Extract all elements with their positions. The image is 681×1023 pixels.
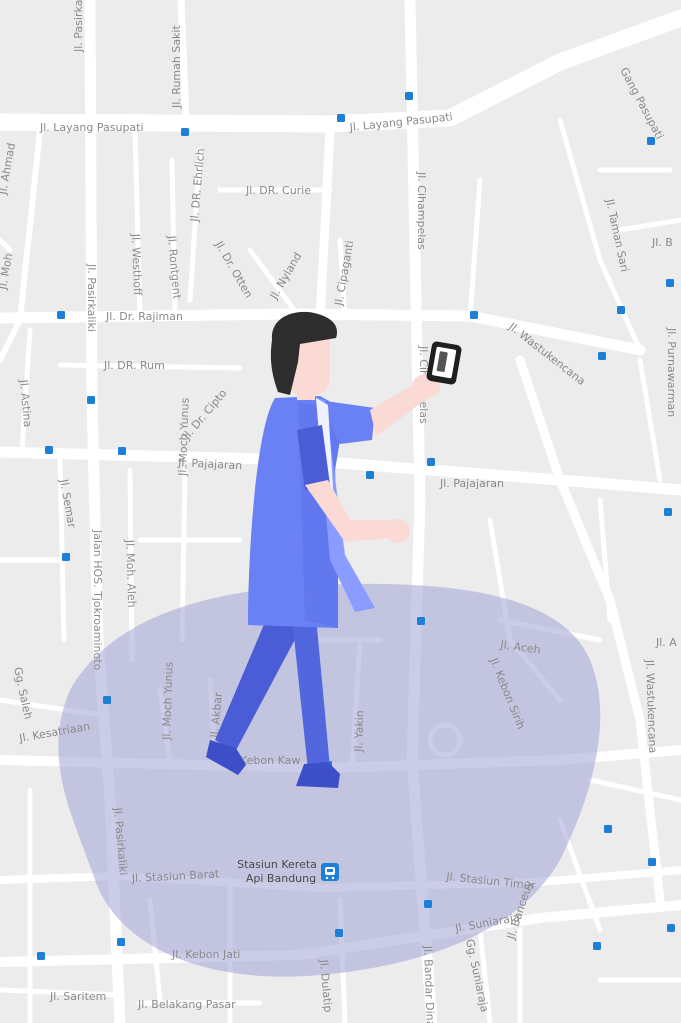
street-label: Jl. Cipaganti — [332, 239, 356, 307]
train-icon — [321, 863, 339, 881]
street-label: Gg. Saleh — [11, 666, 35, 721]
street-label: Jl. Layang Pasupati — [39, 121, 144, 134]
street-label: Jl. Dr. Otten — [212, 238, 255, 300]
street-label: Jl. Cihampelas — [415, 171, 428, 250]
street-label: Jl. Rontgent — [165, 234, 184, 300]
street-label: Jl. DR. Curie — [245, 184, 311, 197]
street-label: Jl. Purnawarman — [665, 327, 678, 417]
map-illustration: Jl. Layang Pasupati Jl. Layang Pasupati … — [0, 0, 681, 1023]
street-label: Jl. Pajajaran — [439, 477, 504, 490]
station-name-line2: Api Bandung — [246, 872, 316, 885]
street-label: Jl. DR. Ehrlich — [188, 148, 207, 223]
street-label: Jl. Taman Sari — [603, 197, 631, 273]
street-label: Jl. A — [655, 636, 677, 649]
street-label: Jl. Bandar Dinata — [421, 945, 437, 1023]
street-label: Jl. Kebon Jati — [171, 948, 240, 961]
street-label: Jl. Rumah Sakit — [170, 25, 183, 109]
street-label: Jl. Astina — [17, 378, 34, 428]
phone-icon — [426, 341, 462, 385]
street-label: Gang Pasupati — [617, 65, 666, 141]
street-label: Jl. Belakang Pasar — [137, 998, 236, 1011]
street-label: Jalan HOS. Tjokroaminoto — [91, 529, 104, 671]
street-label: Jl. Saritem — [49, 990, 106, 1003]
street-label: Jl. Ahmad — [0, 142, 18, 197]
map-canvas: Jl. Layang Pasupati Jl. Layang Pasupati … — [0, 0, 681, 1023]
street-label: Jl. Moch Yunus — [176, 397, 192, 477]
street-label: Jl. Pasirkaliki — [72, 0, 85, 53]
street-label: Jl. Westhoff — [129, 233, 144, 296]
street-label: Jl. B — [651, 236, 673, 249]
street-label: Jl. Pasirkaliki — [85, 263, 98, 332]
street-label: Kebon Kaw — [240, 754, 300, 767]
station-name-line1: Stasiun Kereta — [237, 858, 317, 871]
street-label: Jl. DR. Rum — [103, 359, 165, 372]
street-label: Jl. Yakin — [352, 710, 366, 753]
street-label: Jl. Moch Yunus — [160, 661, 176, 741]
street-label: Jl. Moh — [0, 252, 15, 291]
street-label: Jl. Dr. Rajiman — [105, 310, 183, 323]
street-label: Jl. Moh. Aleh — [123, 539, 138, 608]
